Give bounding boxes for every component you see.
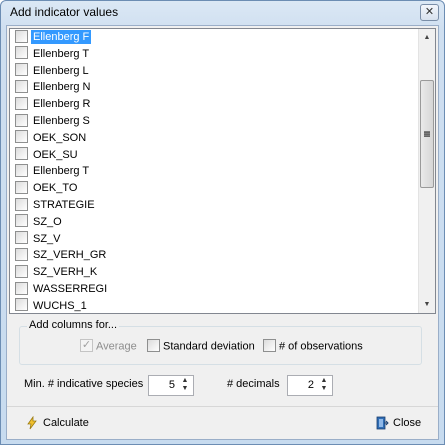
list-item[interactable]: OEK_TO xyxy=(10,180,420,197)
list-item-checkbox[interactable] xyxy=(15,214,28,228)
add-columns-legend: Add columns for... xyxy=(27,319,120,331)
list-item[interactable]: SZ_VERH_K xyxy=(10,264,420,281)
vertical-scrollbar[interactable]: ▲ ▬ ▬ ▬ ▼ xyxy=(418,29,435,313)
list-item-checkbox[interactable] xyxy=(15,113,28,127)
door-exit-icon xyxy=(375,415,389,430)
list-item[interactable]: Ellenberg L xyxy=(10,63,420,80)
list-item-checkbox[interactable] xyxy=(15,180,28,194)
window-title: Add indicator values xyxy=(10,5,119,19)
list-item[interactable]: Ellenberg N xyxy=(10,79,420,96)
list-item-label[interactable]: Ellenberg T xyxy=(31,47,91,61)
scroll-thumb[interactable]: ▬ ▬ ▬ xyxy=(420,80,434,188)
calculate-icon xyxy=(25,415,39,430)
average-checkbox: ✓ xyxy=(80,339,93,352)
list-item-label[interactable]: Ellenberg T xyxy=(31,164,91,178)
list-item[interactable]: OEK_SU xyxy=(10,147,420,164)
list-item-checkbox[interactable] xyxy=(15,63,28,77)
list-item-label[interactable]: OEK_SU xyxy=(31,148,80,162)
list-item-label[interactable]: OEK_TO xyxy=(31,181,79,195)
dialog-window: Add indicator values ✕ Ellenberg F Ellenb… xyxy=(0,0,445,445)
list-item-label[interactable]: WUCHS_1 xyxy=(31,299,89,313)
list-item-label[interactable]: SZ_VERH_K xyxy=(31,265,99,279)
dialog-client-area: Ellenberg F Ellenberg T Ellenberg L Ellenbe… xyxy=(6,25,439,440)
list-item-label[interactable]: SZ_VERH_GR xyxy=(31,248,108,262)
calculate-button[interactable]: Calculate xyxy=(25,411,89,435)
list-item[interactable]: Ellenberg T xyxy=(10,46,420,63)
min-species-spinner[interactable]: 5 ▲ ▼ xyxy=(148,375,194,396)
list-item[interactable]: Ellenberg S xyxy=(10,113,420,130)
window-close-button[interactable]: ✕ xyxy=(420,4,439,21)
add-columns-group: Add columns for... ✓ Average Standard dev… xyxy=(19,319,422,365)
list-item[interactable]: STRATEGIE xyxy=(10,197,420,214)
list-item[interactable]: OEK_SON xyxy=(10,130,420,147)
list-item[interactable]: WASSERREGI xyxy=(10,281,420,298)
list-item-checkbox[interactable] xyxy=(15,281,28,295)
average-label: Average xyxy=(96,340,137,353)
nobs-option[interactable]: # of observations xyxy=(263,339,363,353)
list-item-checkbox[interactable] xyxy=(15,231,28,245)
spinner-arrows-icon[interactable]: ▲ ▼ xyxy=(179,377,191,393)
footer-separator xyxy=(7,406,438,407)
list-item[interactable]: Ellenberg R xyxy=(10,96,420,113)
nobs-checkbox[interactable] xyxy=(263,339,276,352)
indicator-list-items: Ellenberg F Ellenberg T Ellenberg L Ellenbe… xyxy=(10,29,420,313)
list-item-checkbox[interactable] xyxy=(15,96,28,110)
list-item-checkbox[interactable] xyxy=(15,197,28,211)
list-item-label[interactable]: Ellenberg F xyxy=(31,30,92,45)
spinner-arrows-icon[interactable]: ▲ ▼ xyxy=(318,377,330,393)
list-item[interactable]: Ellenberg F xyxy=(10,29,420,46)
list-item-checkbox[interactable] xyxy=(15,247,28,261)
list-item-label[interactable]: Ellenberg N xyxy=(31,80,92,94)
list-item-checkbox[interactable] xyxy=(15,46,28,60)
list-item-checkbox[interactable] xyxy=(15,298,28,312)
scroll-grip-icon: ▬ ▬ ▬ xyxy=(424,129,430,139)
list-item-checkbox[interactable] xyxy=(15,264,28,278)
decimals-value[interactable]: 2 xyxy=(308,379,314,391)
stddev-checkbox[interactable] xyxy=(147,339,160,352)
list-item-checkbox[interactable] xyxy=(15,147,28,161)
list-item-label[interactable]: SZ_O xyxy=(31,215,64,229)
list-item-label[interactable]: WASSERREGI xyxy=(31,282,109,296)
nobs-label[interactable]: # of observations xyxy=(279,340,363,352)
list-item[interactable]: SZ_V xyxy=(10,231,420,248)
calculate-label: Calculate xyxy=(43,417,89,429)
decimals-label: # decimals xyxy=(227,378,280,390)
decimals-spinner[interactable]: 2 ▲ ▼ xyxy=(287,375,333,396)
list-item-label[interactable]: OEK_SON xyxy=(31,131,88,145)
indicator-checklist[interactable]: Ellenberg F Ellenberg T Ellenberg L Ellenbe… xyxy=(9,28,436,314)
list-item-label[interactable]: Ellenberg S xyxy=(31,114,92,128)
title-bar[interactable]: Add indicator values ✕ xyxy=(1,1,444,25)
stddev-label[interactable]: Standard deviation xyxy=(163,340,255,352)
stddev-option[interactable]: Standard deviation xyxy=(147,339,255,353)
scroll-down-button[interactable]: ▼ xyxy=(419,296,435,313)
min-species-value[interactable]: 5 xyxy=(169,379,175,391)
scroll-up-button[interactable]: ▲ xyxy=(419,29,435,46)
list-item[interactable]: SZ_O xyxy=(10,214,420,231)
list-item-label[interactable]: Ellenberg R xyxy=(31,97,92,111)
list-item-label[interactable]: SZ_V xyxy=(31,232,63,246)
average-option: ✓ Average xyxy=(80,339,137,353)
list-item[interactable]: Ellenberg T xyxy=(10,163,420,180)
close-button[interactable]: Close xyxy=(375,411,421,435)
list-item-checkbox[interactable] xyxy=(15,79,28,93)
list-item-label[interactable]: STRATEGIE xyxy=(31,198,97,212)
min-species-label: Min. # indicative species xyxy=(24,378,144,390)
list-item-label[interactable]: Ellenberg L xyxy=(31,64,91,78)
list-item-checkbox[interactable] xyxy=(15,163,28,177)
list-item[interactable]: SZ_VERH_GR xyxy=(10,247,420,264)
list-item[interactable]: WUCHS_1 xyxy=(10,298,420,313)
close-label: Close xyxy=(393,417,422,429)
list-item-checkbox[interactable] xyxy=(15,29,28,43)
list-item-checkbox[interactable] xyxy=(15,130,28,144)
